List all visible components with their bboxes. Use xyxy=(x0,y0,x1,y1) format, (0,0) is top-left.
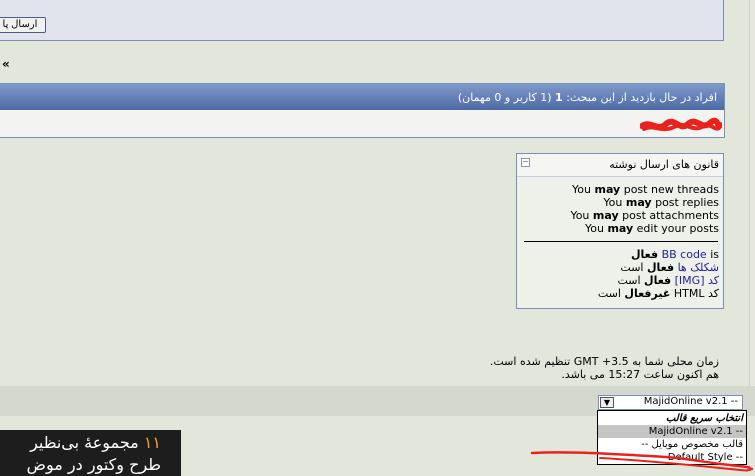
rules-divider xyxy=(524,241,718,242)
current-time-text: هم اکنون ساعت 15:27 می باشد. xyxy=(561,368,719,381)
promo-number: ۱۱ xyxy=(143,433,161,452)
promo-line2: طرح وکتور در موض xyxy=(26,455,161,474)
rule-bbcode: فعال BB code is xyxy=(630,248,719,261)
style-option-quick-select[interactable]: انتخاب سریع قالب xyxy=(598,412,746,425)
users-browsing-header: افراد در حال بازدید از این مبحث: 1 (1 کا… xyxy=(0,84,724,110)
promo-banner[interactable]: ۱۱ مجموعهٔ بی‌نظیر طرح وکتور در موض xyxy=(0,430,181,476)
style-chooser-value: MajidOnline v2.1 -- xyxy=(643,396,738,407)
page-edge xyxy=(749,0,755,386)
rule-post-replies: You may post replies xyxy=(603,196,719,209)
chevron-down-icon[interactable]: ▼ xyxy=(600,397,614,408)
users-browsing-prefix: افراد در حال بازدید از این مبحث: xyxy=(566,91,717,104)
users-browsing-text: افراد در حال بازدید از این مبحث: 1 (1 کا… xyxy=(458,91,717,104)
send-reply-button[interactable]: ارسال پا xyxy=(0,17,46,33)
rule-post-attachments: You may post attachments xyxy=(570,209,719,222)
users-browsing-detail: (1 کاربر و 0 مهمان) xyxy=(457,91,552,104)
style-chooser-select[interactable]: ▼ MajidOnline v2.1 -- xyxy=(598,395,743,410)
red-scribble-annotation xyxy=(530,451,754,472)
reply-panel xyxy=(0,0,724,41)
nav-guillemet[interactable]: « xyxy=(2,57,10,71)
users-browsing-count: 1 xyxy=(555,91,563,104)
rule-edit-posts: You may edit your posts xyxy=(584,222,719,235)
collapse-icon[interactable]: − xyxy=(521,158,530,167)
promo-line1: ۱۱ مجموعهٔ بی‌نظیر xyxy=(30,433,161,452)
bbcode-link[interactable]: BB code xyxy=(662,248,707,261)
style-option-majidonline[interactable]: MajidOnline v2.1 -- xyxy=(598,425,746,438)
rule-post-threads: You may post new threads xyxy=(572,183,719,196)
posting-rules-title: قانون های ارسال نوشته xyxy=(609,158,719,171)
img-code-link[interactable]: کد [IMG] xyxy=(675,274,719,287)
timezone-text: زمان محلی شما به GMT +3.5 تنظیم شده است. xyxy=(489,355,719,368)
smilies-link[interactable]: شکلک ها xyxy=(678,261,719,274)
red-scribble-redaction xyxy=(640,117,722,132)
rule-smilies: شکلک ها فعال است xyxy=(620,261,719,274)
rule-img: کد [IMG] فعال است xyxy=(617,274,719,287)
rule-html: کد HTML غیرفعال است xyxy=(597,287,719,300)
posting-rules-header: قانون های ارسال نوشته − xyxy=(517,154,723,177)
